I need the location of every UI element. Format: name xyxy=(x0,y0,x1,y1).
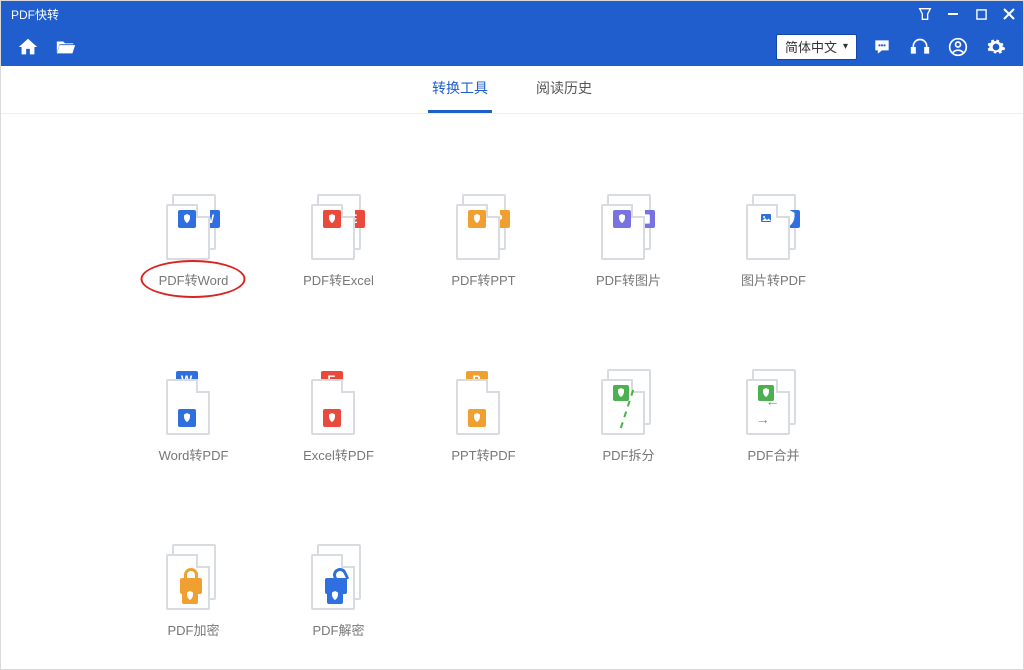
tool-Excel转PDF[interactable]: E Excel转PDF xyxy=(266,369,411,464)
close-button[interactable] xyxy=(995,1,1023,27)
tool-icon xyxy=(311,544,367,610)
app-title: PDF快转 xyxy=(11,6,59,23)
tool-icon xyxy=(166,544,222,610)
tool-PDF转Word[interactable]: W PDF转Word xyxy=(121,194,266,289)
title-bar: PDF快转 xyxy=(1,1,1023,27)
tool-label: PPT转PDF xyxy=(451,445,515,464)
chevron-down-icon: ▾ xyxy=(843,41,848,52)
tab-read-history[interactable]: 阅读历史 xyxy=(532,66,596,113)
tools-panel: W PDF转Word E PDF转Excel P PDF转PPT PDF转图片 图片转PDF W… xyxy=(1,114,1023,669)
tool-PDF转Excel[interactable]: E PDF转Excel xyxy=(266,194,411,289)
tool-icon xyxy=(601,369,657,435)
tool-label: PDF转图片 xyxy=(596,270,661,289)
tool-label: PDF拆分 xyxy=(602,445,654,464)
tools-grid: W PDF转Word E PDF转Excel P PDF转PPT PDF转图片 图片转PDF W… xyxy=(121,194,903,639)
tool-icon: W xyxy=(166,369,222,435)
tool-Word转PDF[interactable]: W Word转PDF xyxy=(121,369,266,464)
feedback-button[interactable] xyxy=(869,34,895,60)
tool-PPT转PDF[interactable]: P PPT转PDF xyxy=(411,369,556,464)
tool-label: PDF转Excel xyxy=(303,270,374,289)
tab-bar: 转换工具 阅读历史 xyxy=(1,66,1023,114)
tool-label: Word转PDF xyxy=(159,445,229,464)
tool-icon: P xyxy=(456,369,512,435)
tool-icon: E xyxy=(311,369,367,435)
tool-label: PDF合并 xyxy=(747,445,799,464)
account-button[interactable] xyxy=(945,34,971,60)
maximize-button[interactable] xyxy=(967,1,995,27)
tool-PDF转图片[interactable]: PDF转图片 xyxy=(556,194,701,289)
tool-label: PDF转PPT xyxy=(451,270,515,289)
tool-PDF解密[interactable]: PDF解密 xyxy=(266,544,411,639)
tool-label: PDF转Word xyxy=(159,270,229,289)
tool-图片转PDF[interactable]: 图片转PDF xyxy=(701,194,846,289)
tool-PDF合并[interactable]: ←← PDF合并 xyxy=(701,369,846,464)
tab-convert-tools[interactable]: 转换工具 xyxy=(428,66,492,113)
tool-label: PDF加密 xyxy=(167,620,219,639)
app-window: PDF快转 简体中文 ▾ xyxy=(0,0,1024,670)
tool-PDF转PPT[interactable]: P PDF转PPT xyxy=(411,194,556,289)
minimize-button[interactable] xyxy=(939,1,967,27)
tool-label: Excel转PDF xyxy=(303,445,374,464)
tool-PDF拆分[interactable]: PDF拆分 xyxy=(556,369,701,464)
settings-button[interactable] xyxy=(983,34,1009,60)
tool-icon xyxy=(601,194,657,260)
language-selector[interactable]: 简体中文 ▾ xyxy=(776,34,857,60)
tool-icon: P xyxy=(456,194,512,260)
language-label: 简体中文 xyxy=(785,37,837,56)
tool-label: 图片转PDF xyxy=(741,270,806,289)
tool-PDF加密[interactable]: PDF加密 xyxy=(121,544,266,639)
tool-label: PDF解密 xyxy=(312,620,364,639)
open-folder-button[interactable] xyxy=(53,34,79,60)
home-button[interactable] xyxy=(15,34,41,60)
theme-button[interactable] xyxy=(911,1,939,27)
tool-icon: ←← xyxy=(746,369,802,435)
tool-icon xyxy=(746,194,802,260)
tool-icon: E xyxy=(311,194,367,260)
support-button[interactable] xyxy=(907,34,933,60)
main-toolbar: 简体中文 ▾ xyxy=(1,27,1023,66)
tool-icon: W xyxy=(166,194,222,260)
highlight-ellipse xyxy=(141,260,246,298)
